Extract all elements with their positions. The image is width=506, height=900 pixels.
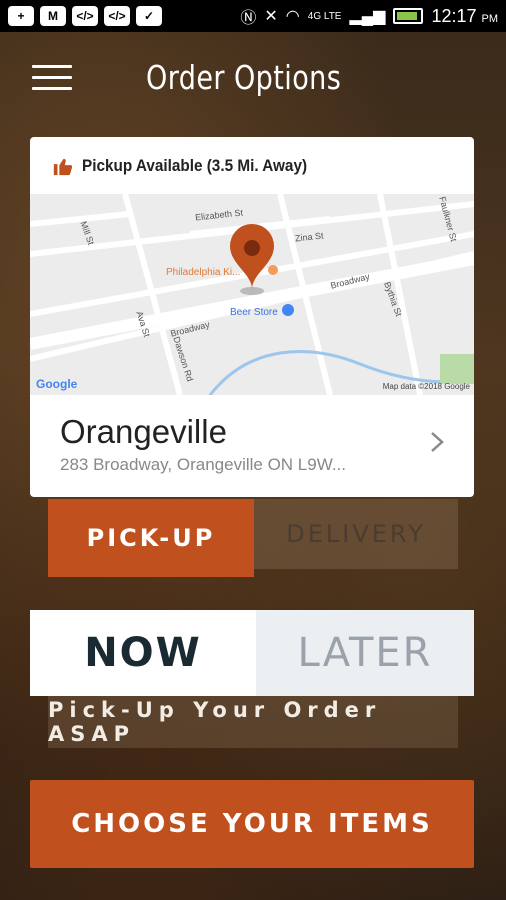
choose-items-button[interactable]: CHOOSE YOUR ITEMS bbox=[30, 780, 474, 868]
chat-icon: ✓ bbox=[136, 6, 162, 26]
delivery-tab[interactable]: DELIVERY bbox=[254, 499, 458, 569]
wifi-icon: ◠ bbox=[285, 8, 300, 25]
battery-icon bbox=[393, 8, 424, 24]
lte-label: 4G LTE bbox=[307, 10, 342, 22]
code-icon: </> bbox=[104, 6, 130, 26]
app-header: Order Options bbox=[0, 32, 506, 122]
google-logo: Google bbox=[36, 377, 78, 391]
timing-note: Pick-Up Your Order ASAP bbox=[48, 696, 458, 748]
location-card: Pickup Available (3.5 Mi. Away) Elizabet… bbox=[30, 137, 474, 497]
mute-icon: ✕ bbox=[264, 8, 278, 25]
place-label: Beer Store bbox=[230, 307, 278, 318]
map-streets bbox=[30, 194, 474, 395]
chevron-right-icon bbox=[431, 432, 444, 452]
pickup-availability-text: Pickup Available (3.5 Mi. Away) bbox=[82, 155, 308, 175]
later-tab[interactable]: LATER bbox=[256, 610, 474, 696]
store-name: Orangeville bbox=[60, 413, 227, 450]
page-title: Order Options bbox=[146, 58, 342, 97]
store-address: 283 Broadway, Orangeville ON L9W... bbox=[60, 455, 346, 474]
code-icon: </> bbox=[72, 6, 98, 26]
thumbs-up-icon bbox=[53, 158, 73, 175]
hamburger-icon[interactable] bbox=[32, 65, 72, 91]
now-tab[interactable]: NOW bbox=[30, 610, 256, 696]
status-bar: + M </> </> ✓ Ⓝ ✕ ◠ 4G LTE ▂▄▆ 12:17 PM bbox=[0, 0, 506, 32]
store-map[interactable]: Elizabeth St Zina St Broadway Broadway M… bbox=[30, 194, 474, 395]
plus-icon: + bbox=[8, 6, 34, 26]
nfc-icon: Ⓝ bbox=[240, 10, 257, 27]
store-selector[interactable]: Orangeville 283 Broadway, Orangeville ON… bbox=[30, 395, 474, 497]
pickup-tab[interactable]: PICK-UP bbox=[48, 499, 254, 577]
place-label: Philadelphia Ki... bbox=[166, 267, 241, 278]
pickup-availability: Pickup Available (3.5 Mi. Away) bbox=[30, 137, 474, 194]
map-credit: Map data ©2018 Google bbox=[382, 382, 470, 391]
clock: 12:17 PM bbox=[431, 5, 498, 26]
signal-icon: ▂▄▆ bbox=[349, 8, 386, 25]
mail-icon: M bbox=[40, 6, 66, 26]
